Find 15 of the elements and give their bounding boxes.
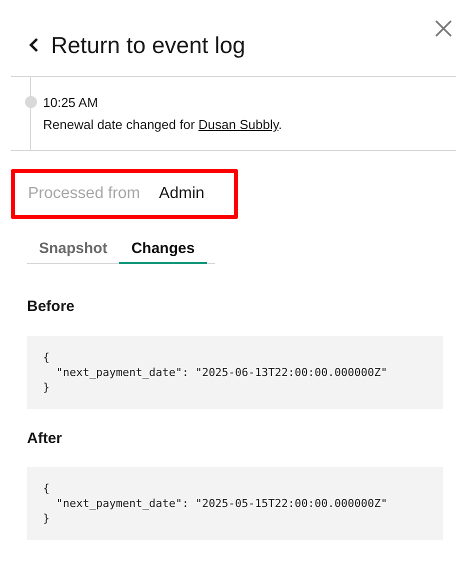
customer-link[interactable]: Dusan Subbly <box>198 117 278 132</box>
close-button[interactable] <box>434 19 452 37</box>
tab[interactable]: Changes <box>119 236 207 264</box>
event-time: 10:25 AM <box>43 94 99 112</box>
code-block: { "next_payment_date": "2025-05-15T22:00:00.000000Z" } <box>27 467 443 540</box>
section-title: After <box>27 428 64 448</box>
back-title[interactable]: Return to event log <box>51 34 246 56</box>
event-description: Renewal date changed for Dusan Subbly. <box>43 116 282 134</box>
code-block: { "next_payment_date": "2025-06-13T22:00:00.000000Z" } <box>27 336 443 408</box>
close-icon <box>434 20 452 36</box>
back-icon[interactable] <box>29 37 39 53</box>
source-value: Admin <box>159 184 204 204</box>
section-title: Before <box>27 297 76 317</box>
tab[interactable]: Snapshot <box>27 236 120 264</box>
source-label: Processed from <box>28 184 140 204</box>
